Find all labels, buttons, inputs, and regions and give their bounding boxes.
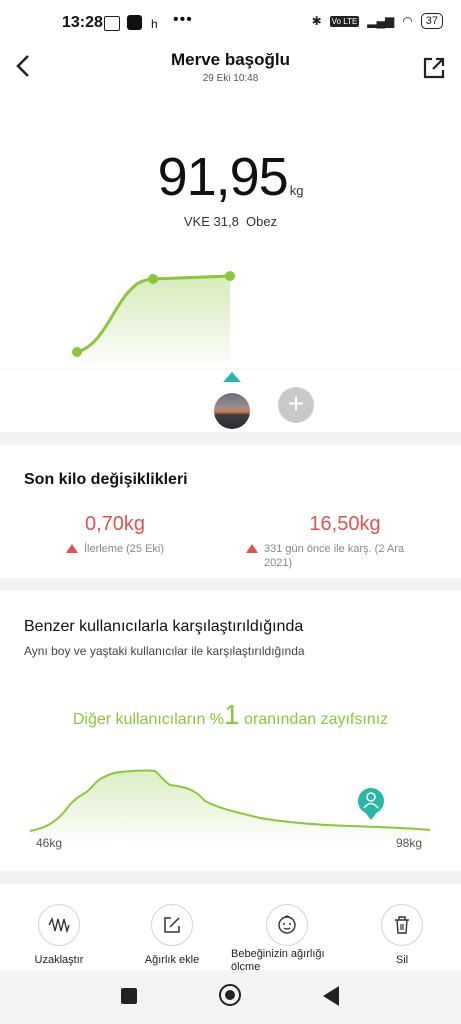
wifi-icon: ◠ (402, 14, 413, 28)
page-subtitle: 29 Eki 10:48 (202, 73, 259, 84)
app-icon (127, 15, 142, 30)
comparison-card: Benzer kullanıcılarla karşılaştırıldığın… (0, 591, 461, 871)
trend-area (77, 276, 230, 366)
change-item-long-term: 16,50kg 331 gün önce ile karş. (2 Ara 20… (240, 513, 450, 570)
weight-summary-card: 91,95 kg VKE 31,8 Obez + (0, 96, 461, 432)
distribution-chart (29, 769, 431, 841)
add-user-button[interactable]: + (278, 387, 314, 423)
increase-triangle-icon (246, 544, 258, 553)
changes-title: Son kilo değişiklikleri (24, 471, 188, 488)
notification-icon (104, 16, 120, 31)
axis-min-label: 46kg (36, 836, 63, 850)
change-desc: 331 gün önce ile karş. (2 Ara (264, 543, 405, 555)
share-button[interactable] (420, 54, 448, 82)
volte-icon: Vo LTE (329, 15, 360, 27)
bmi-line: VKE 31,8 Obez (0, 214, 461, 229)
app-letter-icon: h (151, 17, 158, 31)
home-button[interactable] (219, 984, 241, 1006)
delete-button[interactable]: Sil (352, 904, 452, 967)
weight-trend-chart (0, 271, 461, 370)
action-toolbar: Uzaklaştır Ağırlık ekle Bebeğinizin ağır… (0, 884, 461, 973)
system-back-button[interactable] (323, 986, 339, 1006)
recent-apps-button[interactable] (121, 988, 137, 1004)
tool-label: Ağırlık ekle (144, 954, 200, 966)
zoom-out-button[interactable]: Uzaklaştır (9, 904, 109, 967)
axis-max-label: 98kg (396, 836, 423, 850)
trash-icon (381, 904, 423, 946)
increase-triangle-icon (65, 544, 78, 553)
result-suffix: oranından zayıfsınız (239, 711, 389, 728)
trend-point[interactable] (225, 271, 235, 281)
change-item-recent: 0,70kg İlerleme (25 Eki) (20, 513, 210, 556)
user-position-marker (358, 788, 384, 820)
app-header: Merve başoğlu 29 Eki 10:48 (0, 46, 461, 96)
change-desc: İlerleme (25 Eki) (83, 543, 165, 555)
status-time: 13:28 (62, 14, 103, 31)
tool-label: Uzaklaştır (34, 954, 84, 966)
weight-display: 91,95 kg (0, 146, 461, 208)
weight-changes-card: Son kilo değişiklikleri 0,70kg İlerleme … (0, 445, 461, 578)
baby-weight-button[interactable]: Bebeğinizin ağırlığı ölçme (231, 904, 337, 974)
page-title: Merve başoğlu (170, 50, 291, 69)
tool-label: Sil (395, 954, 409, 966)
system-nav-bar (0, 970, 461, 1024)
waveform-icon (38, 904, 80, 946)
change-value: 16,50kg (309, 513, 381, 535)
comparison-result: Diğer kullanıcıların %1 oranından zayıfs… (0, 699, 461, 731)
change-desc-cont: 2021) (264, 557, 293, 569)
user-avatar[interactable] (214, 393, 250, 429)
battery-icon: 37 (420, 13, 443, 29)
change-value: 0,70kg (84, 513, 146, 535)
bluetooth-icon: ✱ (311, 14, 322, 28)
comparison-subtitle: Aynı boy ve yaştaki kullanıcılar ile kar… (24, 644, 305, 658)
comparison-title: Benzer kullanıcılarla karşılaştırıldığın… (24, 618, 304, 635)
bmi-category: Obez (246, 214, 278, 229)
selected-user-indicator (223, 372, 241, 382)
baby-icon (266, 904, 308, 946)
add-weight-button[interactable]: Ağırlık ekle (122, 904, 222, 967)
edit-icon (151, 904, 193, 946)
weight-value: 91,95 (157, 147, 289, 207)
bmi-value: VKE 31,8 (183, 214, 239, 229)
status-bar: 13:28 h ••• ✱ Vo LTE ▂▄▆ ◠ 37 (0, 0, 461, 46)
trend-point[interactable] (72, 347, 82, 357)
result-prefix: Diğer kullanıcıların % (72, 711, 225, 728)
result-percentage: 1 (224, 699, 240, 730)
trend-point[interactable] (148, 274, 158, 284)
share-icon (423, 57, 445, 79)
weight-unit: kg (289, 183, 304, 198)
status-icons: ✱ Vo LTE ▂▄▆ ◠ 37 (312, 13, 443, 29)
more-notifications-icon: ••• (173, 11, 193, 28)
signal-icon: ▂▄▆ (367, 14, 395, 28)
